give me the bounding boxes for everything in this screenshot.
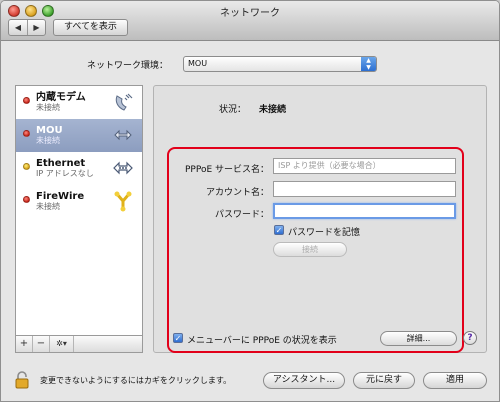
assistant-button[interactable]: アシスタント... [263,372,345,389]
service-item-firewire[interactable]: FireWire 未接続 [16,185,142,218]
service-item-mou[interactable]: MOU 未接続 [16,119,142,152]
account-name-label: アカウント名： [205,188,269,198]
title-bar: ネットワーク ◀ ▶ すべてを表示 [1,1,499,41]
status-dot-icon [23,163,30,170]
modem-icon [115,93,133,111]
window-title: ネットワーク [220,8,280,19]
apply-button[interactable]: 適用 [423,372,487,389]
firewire-icon [114,191,132,212]
pppoe-service-name-label: PPPoE サービス名： [184,165,269,175]
remember-password-checkbox[interactable]: ✓ [274,225,284,235]
connect-button[interactable]: 接続 [273,242,347,257]
lock-message: 変更できないようにするにはカギをクリックします。 [40,376,232,385]
status-label: 状況： [219,105,247,115]
location-label: ネットワーク環境： [87,61,169,71]
help-button[interactable]: ? [463,331,477,345]
vpn-icon [114,129,132,141]
status-dot-icon [23,130,30,137]
network-preferences-window: ネットワーク ◀ ▶ すべてを表示 ネットワーク環境： MOU ▲ ▼ 内蔵モデム… [0,0,500,402]
service-action-menu-button[interactable]: ✲▾ [50,336,74,352]
add-service-button[interactable]: + [16,336,33,352]
service-list-toolbar: + − ✲▾ [15,336,143,353]
lock-icon[interactable] [15,371,29,389]
back-forward-control: ◀ ▶ [8,19,46,36]
status-dot-icon [23,97,30,104]
account-name-input[interactable] [273,181,456,197]
select-arrows-icon: ▲ ▼ [361,57,376,71]
location-value: MOU [188,59,208,68]
status-value: 未接続 [259,105,287,115]
revert-button[interactable]: 元に戻す [353,372,415,389]
show-pppoe-status-checkbox[interactable]: ✓ [173,333,183,343]
show-pppoe-status-label: メニューバーに PPPoE の状況を表示 [187,336,337,346]
location-select[interactable]: MOU ▲ ▼ [183,56,377,72]
password-label: パスワード： [214,210,269,220]
ethernet-icon [113,161,133,175]
status-dot-icon [23,196,30,203]
service-item-modem[interactable]: 内蔵モデム 未接続 [16,86,142,119]
service-item-ethernet[interactable]: Ethernet IP アドレスなし [16,152,142,185]
advanced-button[interactable]: 詳細... [380,331,457,346]
show-all-button[interactable]: すべてを表示 [53,19,128,36]
pppoe-service-name-input[interactable]: ISP より提供（必要な場合） [273,158,456,174]
back-button[interactable]: ◀ [9,20,27,35]
service-list: 内蔵モデム 未接続 MOU 未接続 Ethernet IP アドレスなし Fir… [15,85,143,336]
remove-service-button[interactable]: − [33,336,50,352]
forward-button[interactable]: ▶ [27,20,45,35]
password-input[interactable] [273,203,456,219]
remember-password-label: パスワードを記憶 [288,228,361,238]
